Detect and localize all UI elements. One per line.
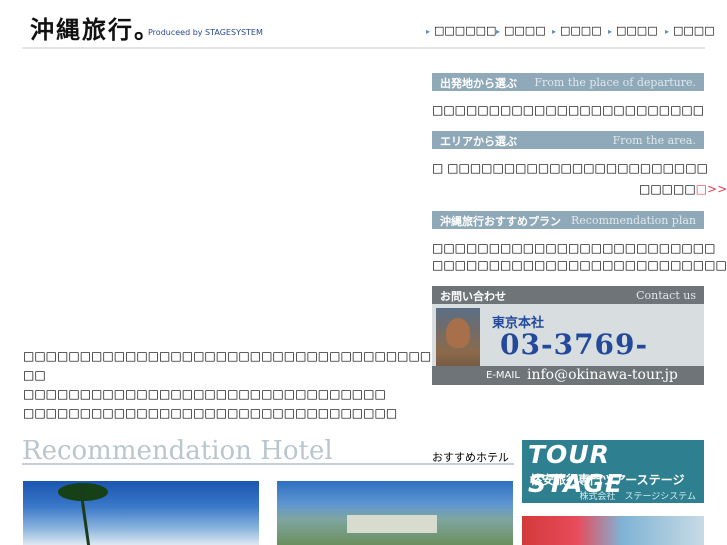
banner-company: 株式会社 ステージシステム bbox=[579, 492, 696, 502]
logo-subtitle: Produceed by STAGESYSTEM bbox=[148, 28, 263, 37]
arrow-icon: ▸ bbox=[496, 27, 501, 36]
flower-banner[interactable] bbox=[522, 516, 704, 545]
plan-line-2[interactable]: □□□□□□□□□□□□□□□□□□□□□□□□□□□□ bbox=[432, 258, 727, 272]
hotel-heading-en: Recommendation Hotel bbox=[22, 436, 333, 466]
site-logo[interactable]: 沖縄旅行。 bbox=[30, 10, 160, 45]
banner-subtitle: 格安旅行専門ツアーステージ bbox=[530, 473, 685, 487]
section-title: エリアから選ぶ bbox=[440, 135, 517, 148]
nav-item-4[interactable]: ▸ □□□□ bbox=[608, 24, 658, 40]
section-title: 沖縄旅行おすすめプラン bbox=[440, 215, 561, 228]
section-title: お問い合わせ bbox=[440, 290, 506, 303]
area-header: エリアから選ぶ From the area. bbox=[432, 131, 704, 149]
nav-label: □□□□ bbox=[616, 24, 658, 37]
header-divider bbox=[22, 47, 705, 49]
section-title-en: Contact us bbox=[636, 289, 696, 302]
section-title-en: From the place of departure. bbox=[534, 76, 696, 89]
nav-item-2[interactable]: ▸ □□□□ bbox=[496, 24, 546, 40]
intro-line-4: □□□□□□□□□□□□□□□□□□□□□□□□□□□□□□□□□ bbox=[23, 406, 398, 420]
intro-line-3: □□□□□□□□□□□□□□□□□□□□□□□□□□□□□□□□ bbox=[23, 387, 386, 401]
nav-item-1[interactable]: ▸ □□□□□□ bbox=[426, 24, 496, 40]
section-title-en: Recommendation plan bbox=[571, 214, 696, 227]
contact-box: 東京本社 03-3769-0412 E-MAIL info@okinawa-to… bbox=[432, 304, 704, 385]
nav-label: □□□□□□ bbox=[434, 24, 497, 37]
contact-header: お問い合わせ Contact us bbox=[432, 286, 704, 304]
nav-item-3[interactable]: ▸ □□□□ bbox=[552, 24, 602, 40]
hotel-photo-1[interactable] bbox=[23, 481, 259, 545]
section-title: 出発地から選ぶ bbox=[440, 77, 517, 90]
hotel-building bbox=[347, 515, 437, 533]
nav-label: □□□□ bbox=[504, 24, 546, 37]
more-prefix: □□□□□ bbox=[639, 182, 696, 196]
section-title-en: From the area. bbox=[612, 134, 696, 147]
intro-line-2: □□ bbox=[23, 368, 46, 382]
mail-label: E-MAIL bbox=[486, 370, 520, 381]
mail-strip: E-MAIL info@okinawa-tour.jp bbox=[432, 366, 704, 385]
nav-label: □□□□ bbox=[673, 24, 715, 37]
arrow-icon: ▸ bbox=[665, 27, 670, 36]
arrow-icon: ▸ bbox=[426, 27, 431, 36]
mail-address[interactable]: info@okinawa-tour.jp bbox=[527, 367, 678, 383]
nav-item-5[interactable]: ▸ □□□□ bbox=[665, 24, 715, 40]
more-arrow: □>> bbox=[695, 182, 727, 196]
hotel-divider bbox=[22, 463, 514, 465]
plan-line-1[interactable]: □□□□□□□□□□□□□□□□□□□□□□□□□ bbox=[432, 241, 715, 255]
arrow-icon: ▸ bbox=[552, 27, 557, 36]
arrow-icon: ▸ bbox=[608, 27, 613, 36]
departure-header: 出発地から選ぶ From the place of departure. bbox=[432, 73, 704, 91]
tourstage-banner[interactable]: TOUR STAGE 格安旅行専門ツアーステージ 株式会社 ステージシステム bbox=[522, 440, 704, 503]
hotel-photo-2[interactable] bbox=[277, 481, 513, 545]
area-links[interactable]: □ □□□□□□□□□□□□□□□□□□□□□□□ bbox=[432, 161, 708, 175]
area-more-link[interactable]: □□□□□□>> bbox=[639, 182, 727, 196]
shisa-face bbox=[446, 318, 470, 348]
nav-label: □□□□ bbox=[560, 24, 602, 37]
departure-links[interactable]: □□□□□□□□□□□□□□□□□□□□□□□□ bbox=[432, 103, 704, 117]
plan-header: 沖縄旅行おすすめプラン Recommendation plan bbox=[432, 211, 704, 229]
